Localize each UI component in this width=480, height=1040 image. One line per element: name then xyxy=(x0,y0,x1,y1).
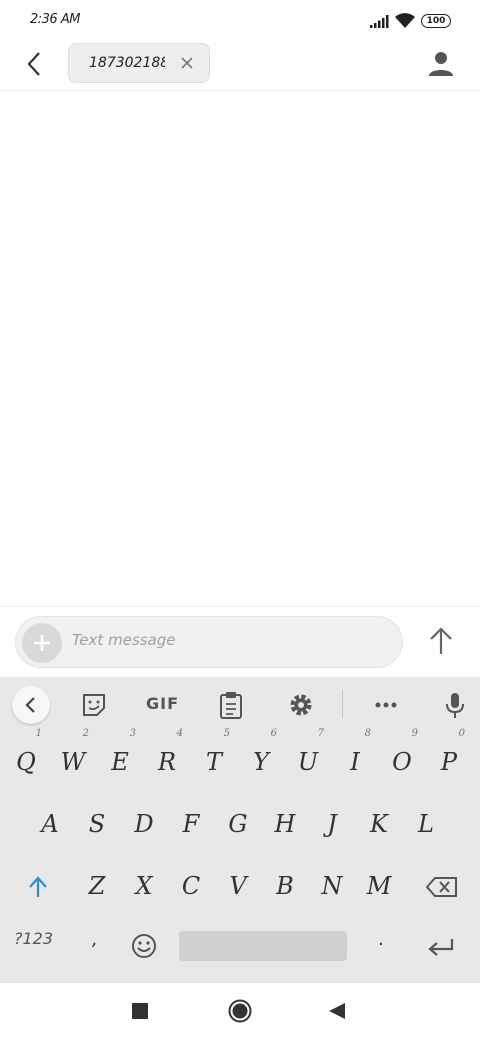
key-g[interactable]: G xyxy=(216,796,260,852)
recipient-chip[interactable]: 18730218809 xyxy=(68,43,210,83)
compose-bar xyxy=(15,616,403,668)
cell-signal-icon xyxy=(370,15,389,28)
navigation-bar xyxy=(0,983,480,1040)
key-b[interactable]: B xyxy=(263,858,307,914)
sticker-icon[interactable] xyxy=(80,691,108,719)
key-y[interactable]: Y6 xyxy=(239,728,283,790)
toolbar-separator xyxy=(342,690,343,718)
microphone-icon[interactable] xyxy=(443,691,467,719)
key-u[interactable]: U7 xyxy=(286,728,330,790)
clipboard-icon[interactable] xyxy=(218,691,244,719)
settings-gear-icon[interactable] xyxy=(288,691,314,719)
keyboard: GIF Q1 W2 E3 R4 T5 Y6 U7 I8 O9 P0 A S D … xyxy=(0,677,480,983)
key-f[interactable]: F xyxy=(169,796,213,852)
gif-button[interactable]: GIF xyxy=(146,694,179,713)
key-i[interactable]: I8 xyxy=(333,728,377,790)
more-options-icon[interactable] xyxy=(373,691,399,719)
remove-recipient-icon[interactable] xyxy=(180,56,194,70)
key-h[interactable]: H xyxy=(263,796,307,852)
key-e[interactable]: E3 xyxy=(98,728,142,790)
status-time: 2:36 AM xyxy=(30,12,80,27)
key-p[interactable]: P0 xyxy=(427,728,471,790)
enter-icon[interactable] xyxy=(427,937,455,957)
key-v[interactable]: V xyxy=(216,858,260,914)
space-bar[interactable] xyxy=(179,931,347,961)
plus-icon xyxy=(34,635,50,651)
shift-arrow-icon[interactable] xyxy=(26,875,50,899)
symbols-key[interactable]: ?123 xyxy=(14,929,53,948)
recent-apps-icon[interactable] xyxy=(131,1002,149,1020)
comma-key[interactable]: , xyxy=(92,929,98,950)
key-t[interactable]: T5 xyxy=(192,728,236,790)
key-c[interactable]: C xyxy=(169,858,213,914)
key-s[interactable]: S xyxy=(75,796,119,852)
keyboard-collapse-button[interactable] xyxy=(12,686,50,724)
attach-plus-button[interactable] xyxy=(22,623,62,663)
contact-person-icon[interactable] xyxy=(428,50,454,78)
chevron-left-icon xyxy=(25,697,35,713)
backspace-icon[interactable] xyxy=(426,877,458,897)
conversation-header: 18730218809 xyxy=(0,42,480,91)
keyboard-toolbar: GIF xyxy=(0,677,480,732)
back-nav-icon[interactable] xyxy=(327,1001,347,1021)
key-n[interactable]: N xyxy=(310,858,354,914)
message-input[interactable] xyxy=(72,631,372,649)
wifi-icon xyxy=(395,13,415,28)
back-arrow-icon[interactable] xyxy=(22,50,48,78)
key-o[interactable]: O9 xyxy=(380,728,424,790)
key-m[interactable]: M xyxy=(357,858,401,914)
compose-divider xyxy=(0,606,480,607)
emoji-icon[interactable] xyxy=(131,933,157,959)
battery-level: 100 xyxy=(426,16,446,26)
key-x[interactable]: X xyxy=(122,858,166,914)
status-bar: 2:36 AM 100 xyxy=(0,0,480,42)
period-key[interactable]: . xyxy=(378,929,384,950)
key-l[interactable]: L xyxy=(404,796,448,852)
send-arrow-icon[interactable] xyxy=(425,624,457,658)
battery-indicator: 100 xyxy=(421,14,451,28)
key-k[interactable]: K xyxy=(357,796,401,852)
key-q[interactable]: Q1 xyxy=(4,728,48,790)
recipient-number: 18730218809 xyxy=(89,55,165,71)
key-d[interactable]: D xyxy=(122,796,166,852)
key-j[interactable]: J xyxy=(310,796,354,852)
key-z[interactable]: Z xyxy=(75,858,119,914)
key-w[interactable]: W2 xyxy=(51,728,95,790)
home-icon[interactable] xyxy=(227,998,253,1024)
key-a[interactable]: A xyxy=(28,796,72,852)
key-r[interactable]: R4 xyxy=(145,728,189,790)
